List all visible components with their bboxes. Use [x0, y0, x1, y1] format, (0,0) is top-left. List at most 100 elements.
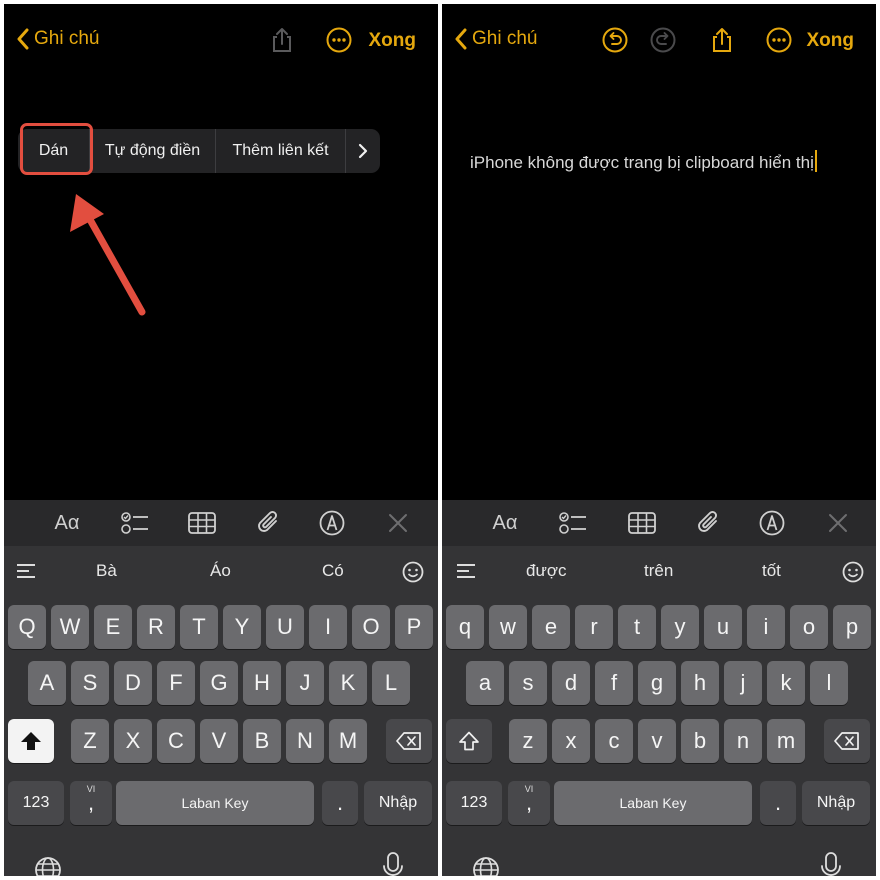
close-toolbar-button[interactable] [826, 510, 850, 536]
back-button[interactable]: Ghi chú [454, 28, 537, 50]
suggestion-1[interactable]: Bà [96, 561, 117, 581]
key-t[interactable]: T [180, 605, 218, 649]
key-d[interactable]: d [552, 661, 590, 705]
key-x[interactable]: X [114, 719, 152, 763]
add-link-menu-item[interactable]: Thêm liên kết [216, 129, 346, 173]
microphone-icon[interactable] [382, 852, 404, 876]
key-v[interactable]: v [638, 719, 676, 763]
key-d[interactable]: D [114, 661, 152, 705]
key-x[interactable]: x [552, 719, 590, 763]
return-key[interactable]: Nhập [802, 781, 870, 825]
more-icon[interactable] [326, 27, 352, 53]
markup-button[interactable] [758, 510, 786, 536]
key-c[interactable]: C [157, 719, 195, 763]
autofill-menu-item[interactable]: Tự động điền [90, 129, 216, 173]
menu-next-button[interactable] [346, 129, 380, 173]
key-b[interactable]: B [243, 719, 281, 763]
back-button[interactable]: Ghi chú [16, 28, 99, 50]
suggestion-2[interactable]: trên [644, 561, 673, 581]
shift-key[interactable] [446, 719, 492, 763]
key-p[interactable]: p [833, 605, 871, 649]
close-toolbar-button[interactable] [386, 510, 410, 536]
key-h[interactable]: h [681, 661, 719, 705]
undo-icon[interactable] [602, 27, 628, 53]
key-p[interactable]: P [395, 605, 433, 649]
key-z[interactable]: Z [71, 719, 109, 763]
microphone-icon[interactable] [820, 852, 842, 876]
key-k[interactable]: K [329, 661, 367, 705]
key-i[interactable]: i [747, 605, 785, 649]
space-key[interactable]: Laban Key [554, 781, 752, 825]
key-f[interactable]: F [157, 661, 195, 705]
numbers-key[interactable]: 123 [8, 781, 64, 825]
key-g[interactable]: g [638, 661, 676, 705]
checklist-button[interactable] [120, 510, 150, 536]
key-o[interactable]: o [790, 605, 828, 649]
space-key[interactable]: Laban Key [116, 781, 314, 825]
key-s[interactable]: s [509, 661, 547, 705]
globe-icon[interactable] [34, 856, 62, 876]
attachment-button[interactable] [694, 510, 722, 536]
key-e[interactable]: e [532, 605, 570, 649]
key-h[interactable]: H [243, 661, 281, 705]
key-n[interactable]: n [724, 719, 762, 763]
key-l[interactable]: l [810, 661, 848, 705]
key-z[interactable]: z [509, 719, 547, 763]
numbers-key[interactable]: 123 [446, 781, 502, 825]
suggestion-1[interactable]: được [526, 561, 566, 581]
shift-key[interactable] [8, 719, 54, 763]
key-y[interactable]: Y [223, 605, 261, 649]
checklist-button[interactable] [558, 510, 588, 536]
key-b[interactable]: b [681, 719, 719, 763]
key-j[interactable]: j [724, 661, 762, 705]
key-f[interactable]: f [595, 661, 633, 705]
key-v[interactable]: V [200, 719, 238, 763]
done-button[interactable]: Xong [807, 30, 855, 52]
done-button[interactable]: Xong [369, 30, 417, 52]
key-t[interactable]: t [618, 605, 656, 649]
key-w[interactable]: w [489, 605, 527, 649]
comma-key[interactable]: VI , [508, 781, 550, 825]
key-j[interactable]: J [286, 661, 324, 705]
key-o[interactable]: O [352, 605, 390, 649]
key-u[interactable]: u [704, 605, 742, 649]
markup-button[interactable] [318, 510, 346, 536]
key-n[interactable]: N [286, 719, 324, 763]
key-m[interactable]: M [329, 719, 367, 763]
key-s[interactable]: S [71, 661, 109, 705]
text-style-button[interactable]: Aα [488, 510, 522, 536]
period-key[interactable]: . [760, 781, 796, 825]
text-style-button[interactable]: Aα [50, 510, 84, 536]
key-q[interactable]: Q [8, 605, 46, 649]
key-r[interactable]: r [575, 605, 613, 649]
table-button[interactable] [627, 510, 657, 536]
emoji-icon[interactable] [402, 561, 424, 583]
period-key[interactable]: . [322, 781, 358, 825]
delete-key[interactable] [824, 719, 870, 763]
key-k[interactable]: k [767, 661, 805, 705]
note-body[interactable]: iPhone không được trang bị clipboard hiể… [470, 150, 817, 173]
return-key[interactable]: Nhập [364, 781, 432, 825]
key-a[interactable]: A [28, 661, 66, 705]
key-g[interactable]: G [200, 661, 238, 705]
suggestion-3[interactable]: tốt [762, 561, 781, 581]
share-icon[interactable] [268, 26, 296, 54]
key-q[interactable]: q [446, 605, 484, 649]
redo-icon[interactable] [650, 27, 676, 53]
comma-key[interactable]: VI , [70, 781, 112, 825]
share-icon[interactable] [708, 26, 736, 54]
suggestion-2[interactable]: Áo [210, 561, 231, 581]
menu-lines-icon[interactable] [456, 563, 476, 579]
delete-key[interactable] [386, 719, 432, 763]
key-e[interactable]: E [94, 605, 132, 649]
key-u[interactable]: U [266, 605, 304, 649]
more-icon[interactable] [766, 27, 792, 53]
key-y[interactable]: y [661, 605, 699, 649]
globe-icon[interactable] [472, 856, 500, 876]
key-m[interactable]: m [767, 719, 805, 763]
key-a[interactable]: a [466, 661, 504, 705]
menu-lines-icon[interactable] [16, 563, 36, 579]
table-button[interactable] [187, 510, 217, 536]
key-c[interactable]: c [595, 719, 633, 763]
attachment-button[interactable] [254, 510, 282, 536]
